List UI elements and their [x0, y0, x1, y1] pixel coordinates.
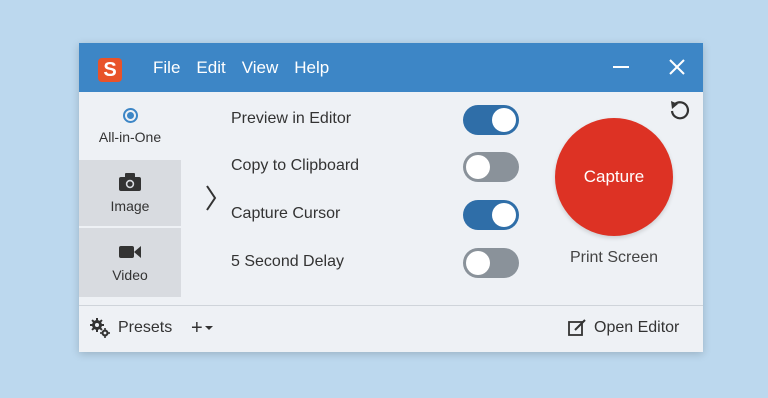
plus-icon: + — [191, 316, 203, 339]
menu-edit[interactable]: Edit — [196, 58, 225, 78]
minimize-icon[interactable] — [609, 55, 633, 79]
toggle-knob — [492, 108, 516, 132]
edit-icon — [568, 319, 586, 336]
mode-label: All-in-One — [98, 128, 162, 145]
capture-button[interactable]: Capture — [555, 118, 673, 236]
menu-view[interactable]: View — [242, 58, 279, 78]
capture-mode-tabs: All-in-One Image Video — [79, 92, 181, 297]
capture-cursor-toggle[interactable] — [463, 200, 519, 230]
option-label: Preview in Editor — [231, 110, 352, 127]
mode-label: Image — [110, 198, 150, 214]
video-camera-icon — [119, 245, 141, 258]
option-preview-in-editor: Preview in Editor — [231, 105, 531, 135]
option-5-second-delay: 5 Second Delay — [231, 248, 531, 278]
camera-icon — [119, 173, 141, 191]
menu-help[interactable]: Help — [294, 58, 329, 78]
option-label: Capture Cursor — [231, 205, 341, 222]
caret-down-icon — [204, 326, 213, 330]
open-editor-button[interactable]: Open Editor — [567, 316, 679, 340]
menu-bar: File Edit View Help — [153, 43, 345, 92]
gear-icon — [90, 318, 110, 338]
reset-icon[interactable] — [668, 99, 692, 123]
toggle-knob — [466, 155, 490, 179]
add-preset-button[interactable]: + — [191, 316, 214, 340]
preview-in-editor-toggle[interactable] — [463, 105, 519, 135]
presets-label: Presets — [118, 319, 173, 336]
footer-divider — [79, 305, 703, 306]
mode-all-in-one[interactable]: All-in-One — [79, 92, 181, 160]
mode-video[interactable]: Video — [79, 228, 181, 297]
mode-label: Video — [112, 266, 148, 283]
option-copy-to-clipboard: Copy to Clipboard — [231, 152, 531, 182]
chevron-right-icon[interactable] — [204, 183, 218, 213]
menu-file[interactable]: File — [153, 58, 180, 78]
snagit-logo-icon: S — [98, 58, 122, 82]
close-icon[interactable] — [665, 55, 689, 79]
option-label: Copy to Clipboard — [231, 157, 360, 174]
mode-image[interactable]: Image — [79, 160, 181, 226]
option-label: 5 Second Delay — [231, 253, 344, 270]
title-bar: S File Edit View Help — [79, 43, 703, 92]
copy-to-clipboard-toggle[interactable] — [463, 152, 519, 182]
option-capture-cursor: Capture Cursor — [231, 200, 531, 230]
5-second-delay-toggle[interactable] — [463, 248, 519, 278]
open-editor-label: Open Editor — [594, 319, 680, 336]
toggle-knob — [466, 251, 490, 275]
presets-button[interactable]: Presets — [89, 316, 172, 340]
snagit-capture-window: S File Edit View Help All-in-One Image V… — [79, 43, 703, 352]
toggle-knob — [492, 203, 516, 227]
capture-hotkey-label: Print Screen — [569, 249, 659, 266]
radio-selected-icon — [122, 107, 138, 123]
